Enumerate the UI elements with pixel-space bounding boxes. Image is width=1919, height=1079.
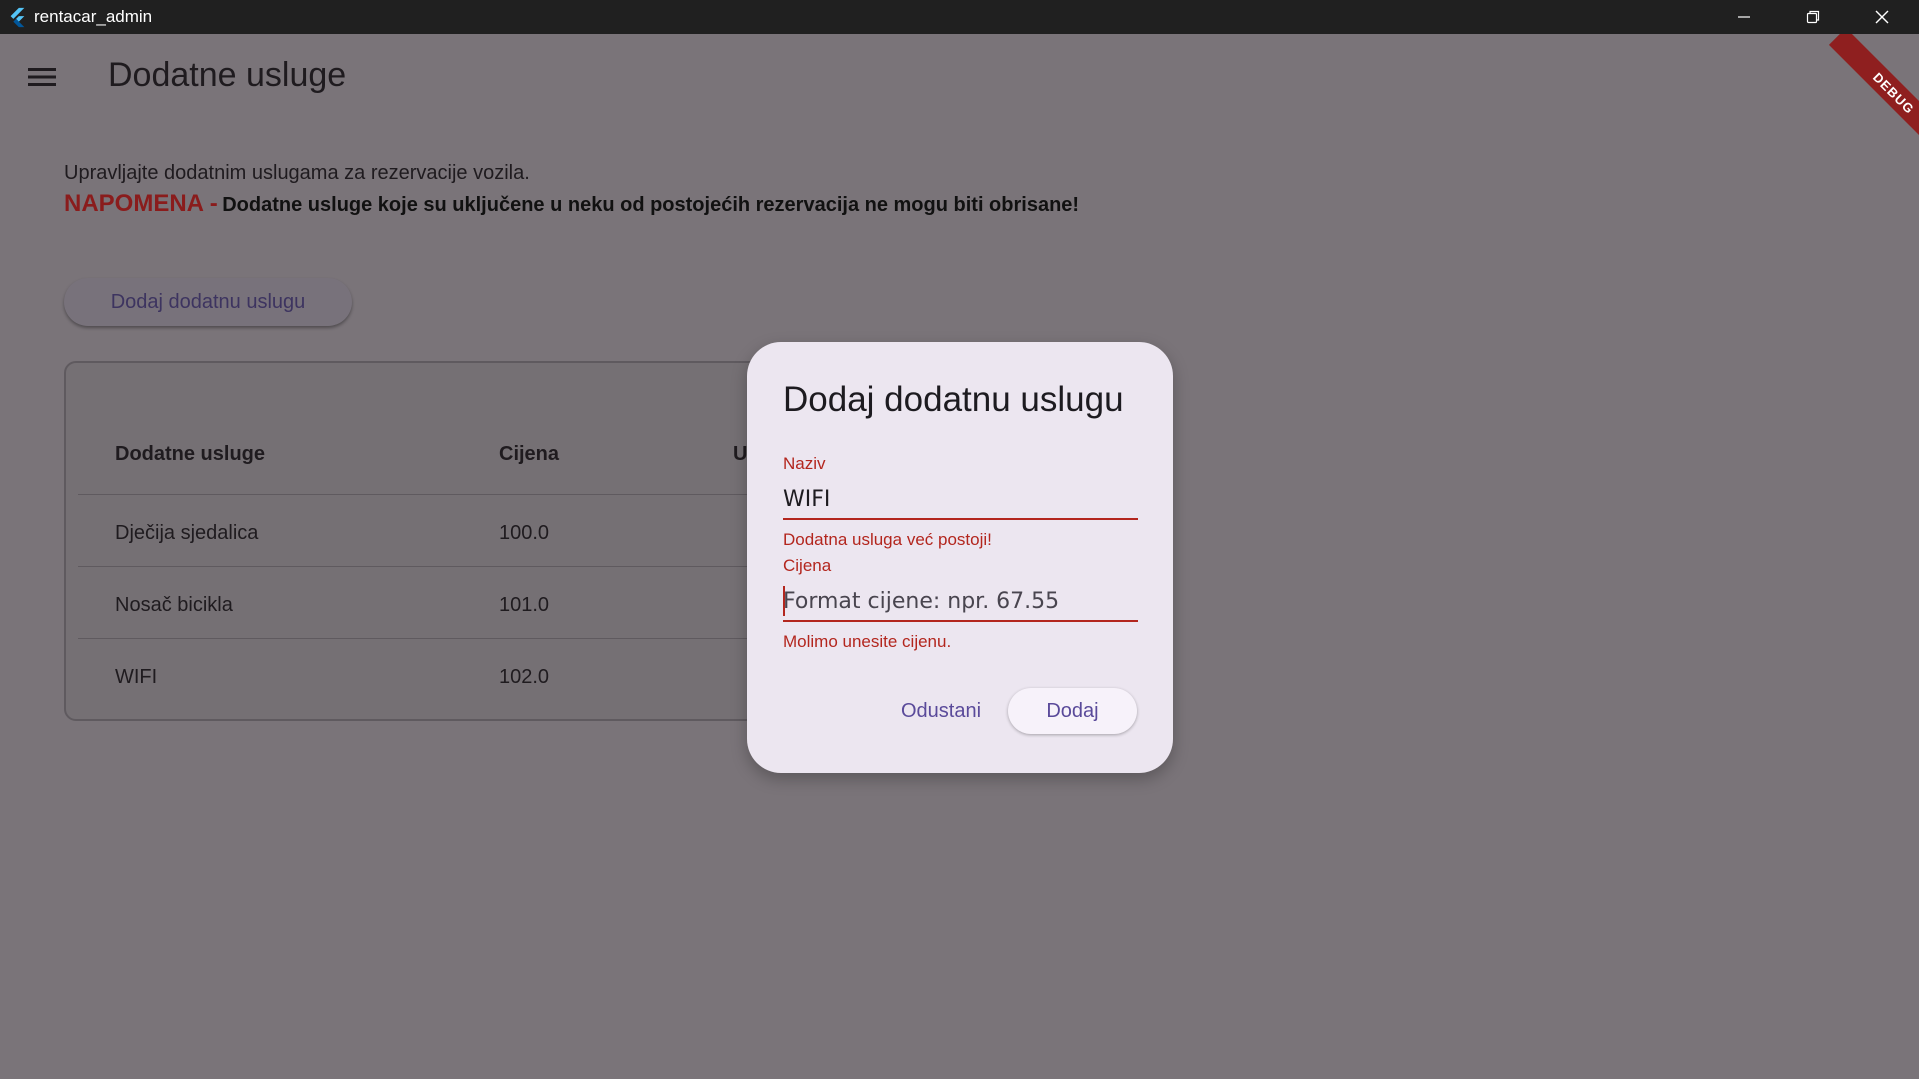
note: NAPOMENA - Dodatne usluge koje su uključ… (64, 190, 1079, 218)
dialog-title: Dodaj dodatnu uslugu (783, 380, 1124, 419)
confirm-add-button[interactable]: Dodaj (1008, 688, 1137, 734)
close-button[interactable] (1847, 0, 1917, 34)
table-cell-name: Nosač bicikla (115, 594, 233, 616)
debug-banner: DEBUG (1828, 34, 1919, 159)
table-cell-price: 102.0 (499, 666, 550, 688)
cancel-button[interactable]: Odustani (877, 688, 1005, 734)
restore-icon (1806, 10, 1820, 24)
restore-button[interactable] (1778, 0, 1848, 34)
minimize-icon (1738, 16, 1750, 18)
note-label: NAPOMENA - (64, 190, 218, 217)
column-header-name: Dodatne usluge (115, 443, 266, 465)
minimize-button[interactable] (1709, 0, 1779, 34)
price-field-label: Cijena (783, 556, 832, 575)
add-service-button[interactable]: Dodaj dodatnu uslugu (64, 278, 352, 326)
price-field-error: Molimo unesite cijenu. (783, 632, 952, 651)
table-cell-price: 100.0 (499, 522, 550, 544)
page-title: Dodatne usluge (108, 56, 347, 94)
table-cell-name: Dječija sjedalica (115, 522, 259, 544)
table-cell-name: WIFI (115, 666, 158, 688)
column-header-third: U (733, 443, 748, 465)
intro-description: Upravljajte dodatnim uslugama za rezerva… (64, 162, 530, 184)
name-field-error: Dodatna usluga već postoji! (783, 530, 992, 549)
name-input[interactable] (783, 480, 1138, 520)
flutter-logo-icon (10, 7, 25, 28)
table-cell-price: 101.0 (499, 594, 550, 616)
name-field-label: Naziv (783, 454, 826, 473)
note-text: Dodatne usluge koje su uključene u neku … (222, 194, 1080, 216)
window-title: rentacar_admin (34, 7, 153, 26)
hamburger-menu-icon[interactable] (26, 64, 58, 90)
price-input[interactable] (783, 582, 1138, 622)
window-titlebar: rentacar_admin (0, 0, 1919, 34)
close-icon (1875, 10, 1889, 24)
text-cursor (783, 586, 785, 616)
add-service-dialog: Dodaj dodatnu uslugu Naziv Dodatna uslug… (747, 342, 1173, 773)
column-header-price: Cijena (499, 443, 560, 465)
